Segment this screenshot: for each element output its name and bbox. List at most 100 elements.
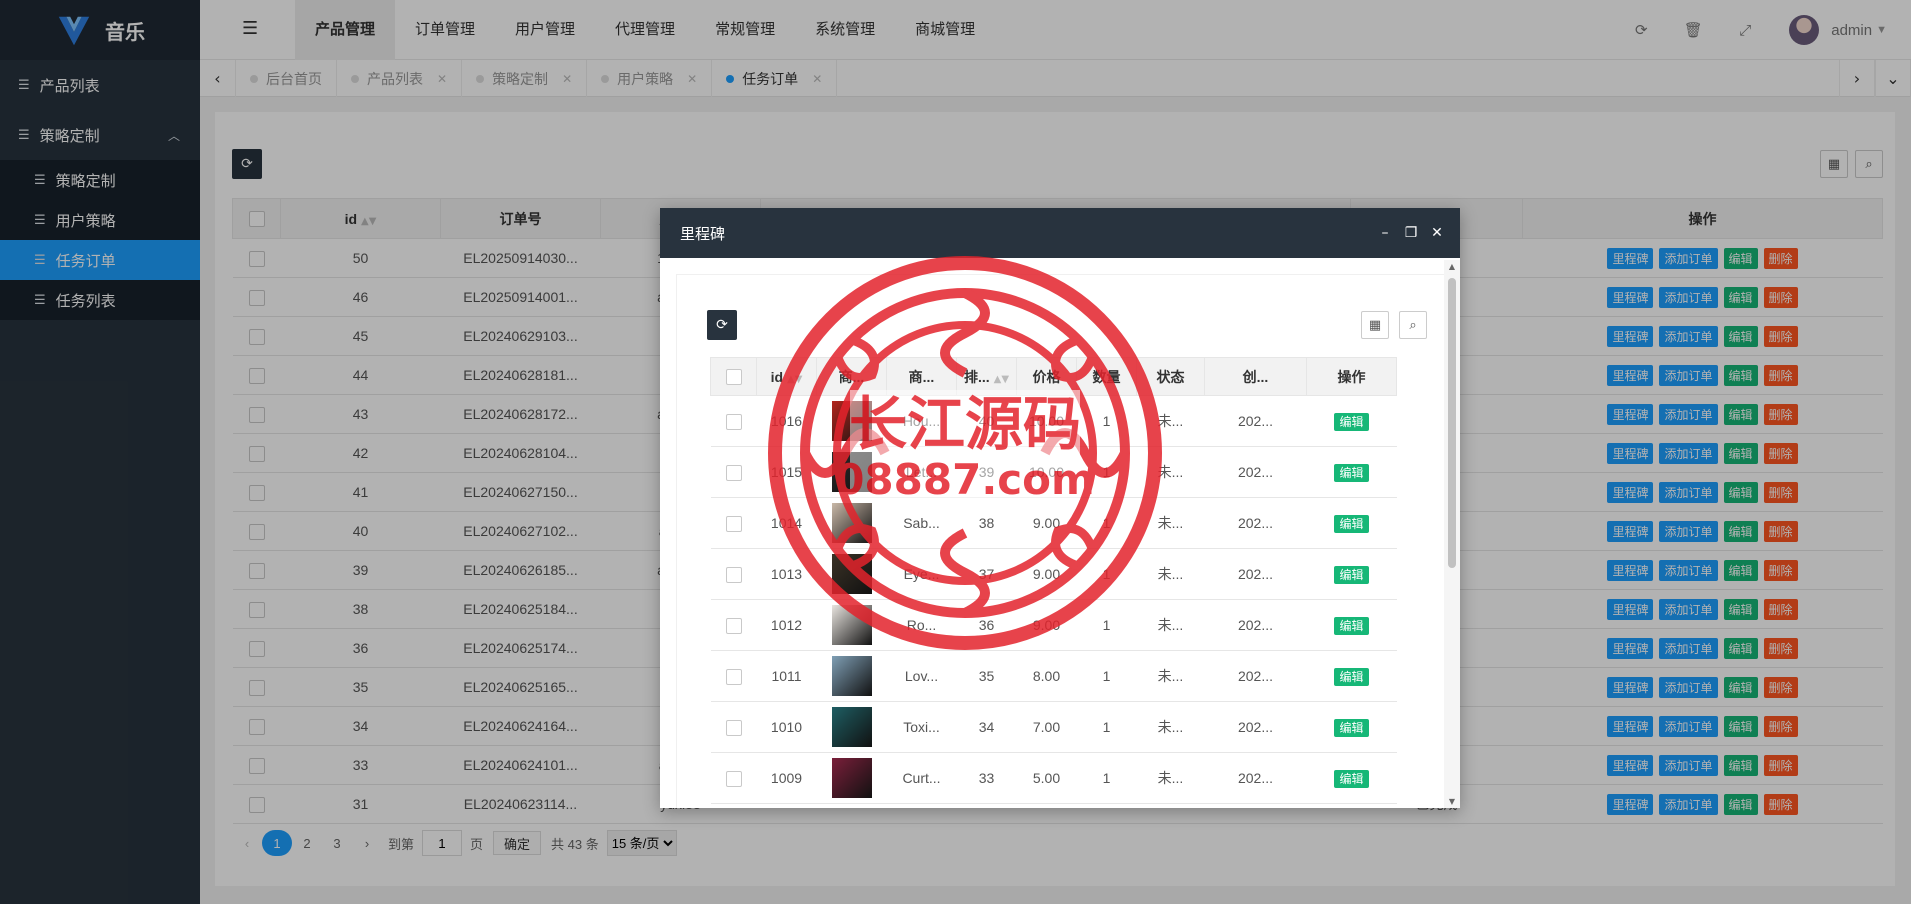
cell-name: Ro... — [886, 599, 957, 651]
col-rank[interactable]: 排... ▲▼ — [956, 357, 1017, 396]
col-id[interactable]: id ▲▼ — [756, 357, 817, 396]
row-select-cell[interactable] — [710, 497, 757, 549]
row-select-cell[interactable] — [710, 701, 757, 753]
cell-rank: 33 — [956, 752, 1017, 804]
cell-name: Curt... — [886, 752, 957, 804]
cell-rank: 39 — [956, 446, 1017, 498]
col-name: 商... — [886, 357, 957, 396]
row-select-cell[interactable] — [710, 395, 757, 447]
album-cover-image[interactable] — [831, 758, 872, 798]
cell-status: 未... — [1136, 599, 1205, 651]
row-select-cell[interactable] — [710, 599, 757, 651]
cell-price: 10.00 — [1016, 395, 1077, 447]
select-all-checkbox[interactable] — [725, 369, 742, 386]
edit-button[interactable]: 编辑 — [1334, 616, 1369, 635]
sort-icon[interactable]: ▲▼ — [787, 374, 802, 385]
cell-created: 202... — [1204, 650, 1307, 702]
modal-columns-icon[interactable]: ▦ — [1361, 311, 1389, 339]
cell-qty: 1 — [1076, 395, 1137, 447]
row-select-cell[interactable] — [710, 446, 757, 498]
close-icon[interactable]: ✕ — [1424, 225, 1450, 241]
table-row[interactable]: 1010 Toxi... 34 7.00 1 未... 202... 编辑 — [710, 701, 1397, 753]
cell-price: 5.00 — [1016, 752, 1077, 804]
modal-scrollbar[interactable]: ▲ ▼ — [1444, 260, 1460, 808]
row-checkbox[interactable] — [725, 413, 742, 430]
table-row[interactable]: 1013 Eye... 37 9.00 1 未... 202... 编辑 — [710, 548, 1397, 600]
cell-created: 202... — [1204, 497, 1307, 549]
cell-price: 9.00 — [1016, 497, 1077, 549]
modal-body: ⟳ ▦ ⌕ id ▲▼ 商... 商... 排... ▲▼ 价格 数量 状态 创… — [660, 258, 1444, 808]
cell-qty: 1 — [1076, 446, 1137, 498]
edit-button[interactable]: 编辑 — [1334, 463, 1369, 482]
table-row[interactable]: 1015 Let... 39 10.00 1 未... 202... 编辑 — [710, 446, 1397, 498]
cell-ops: 编辑 — [1306, 395, 1397, 447]
album-cover-image[interactable] — [831, 605, 872, 645]
row-select-cell[interactable] — [710, 752, 757, 804]
scroll-down-icon[interactable]: ▼ — [1444, 797, 1460, 806]
modal-header: 里程碑 – ❐ ✕ — [660, 208, 1460, 258]
row-checkbox[interactable] — [725, 464, 742, 481]
col-status: 状态 — [1136, 357, 1205, 396]
row-checkbox[interactable] — [725, 617, 742, 634]
cell-price: 7.00 — [1016, 701, 1077, 753]
scroll-up-icon[interactable]: ▲ — [1444, 262, 1460, 271]
row-select-cell[interactable] — [710, 548, 757, 600]
album-cover-image[interactable] — [831, 401, 872, 441]
cell-status: 未... — [1136, 446, 1205, 498]
sort-icon[interactable]: ▲▼ — [994, 374, 1009, 385]
cell-rank: 40 — [956, 395, 1017, 447]
cell-price: 9.00 — [1016, 548, 1077, 600]
edit-button[interactable]: 编辑 — [1334, 565, 1369, 584]
scroll-thumb[interactable] — [1448, 278, 1456, 568]
row-checkbox[interactable] — [725, 515, 742, 532]
edit-button[interactable]: 编辑 — [1334, 514, 1369, 533]
cell-id: 1015 — [756, 446, 817, 498]
album-cover-image[interactable] — [831, 452, 872, 492]
row-select-cell[interactable] — [710, 650, 757, 702]
cell-cover — [816, 650, 887, 702]
album-cover-image[interactable] — [831, 707, 872, 747]
cell-created: 202... — [1204, 395, 1307, 447]
cell-cover — [816, 395, 887, 447]
cell-qty: 1 — [1076, 752, 1137, 804]
col-created: 创... — [1204, 357, 1307, 396]
cell-name: Lov... — [886, 650, 957, 702]
cell-id: 1013 — [756, 548, 817, 600]
modal-refresh-button[interactable]: ⟳ — [707, 310, 737, 340]
milestone-modal: 里程碑 – ❐ ✕ ⟳ ▦ ⌕ id ▲▼ 商... 商... 排... ▲▼ … — [660, 208, 1460, 808]
cell-price: 8.00 — [1016, 650, 1077, 702]
row-checkbox[interactable] — [725, 668, 742, 685]
album-cover-image[interactable] — [831, 554, 872, 594]
cell-qty: 1 — [1076, 497, 1137, 549]
row-checkbox[interactable] — [725, 566, 742, 583]
edit-button[interactable]: 编辑 — [1334, 718, 1369, 737]
modal-search-icon[interactable]: ⌕ — [1399, 311, 1427, 339]
cell-cover — [816, 701, 887, 753]
col-cover: 商... — [816, 357, 887, 396]
table-row[interactable]: 1011 Lov... 35 8.00 1 未... 202... 编辑 — [710, 650, 1397, 702]
cell-qty: 1 — [1076, 701, 1137, 753]
maximize-icon[interactable]: ❐ — [1398, 225, 1424, 241]
modal-title: 里程碑 — [680, 225, 726, 243]
row-checkbox[interactable] — [725, 770, 742, 787]
table-row[interactable]: 1016 Hou... 40 10.00 1 未... 202... 编辑 — [710, 395, 1397, 447]
cell-status: 未... — [1136, 752, 1205, 804]
modal-table-header: id ▲▼ 商... 商... 排... ▲▼ 价格 数量 状态 创... 操作 — [710, 357, 1397, 396]
milestone-table-body: 1016 Hou... 40 10.00 1 未... 202... 编辑 1015 Let...… — [710, 395, 1397, 804]
edit-button[interactable]: 编辑 — [1334, 412, 1369, 431]
edit-button[interactable]: 编辑 — [1334, 667, 1369, 686]
album-cover-image[interactable] — [831, 656, 872, 696]
edit-button[interactable]: 编辑 — [1334, 769, 1369, 788]
row-checkbox[interactable] — [725, 719, 742, 736]
col-price: 价格 — [1016, 357, 1077, 396]
modal-select-all-cell[interactable] — [710, 357, 757, 396]
cell-rank: 34 — [956, 701, 1017, 753]
cell-qty: 1 — [1076, 650, 1137, 702]
table-row[interactable]: 1009 Curt... 33 5.00 1 未... 202... 编辑 — [710, 752, 1397, 804]
table-row[interactable]: 1012 Ro... 36 9.00 1 未... 202... 编辑 — [710, 599, 1397, 651]
table-row[interactable]: 1014 Sab... 38 9.00 1 未... 202... 编辑 — [710, 497, 1397, 549]
album-cover-image[interactable] — [831, 503, 872, 543]
cell-id: 1012 — [756, 599, 817, 651]
milestone-table: id ▲▼ 商... 商... 排... ▲▼ 价格 数量 状态 创... 操作 1… — [710, 357, 1397, 804]
minimize-icon[interactable]: – — [1372, 225, 1398, 241]
